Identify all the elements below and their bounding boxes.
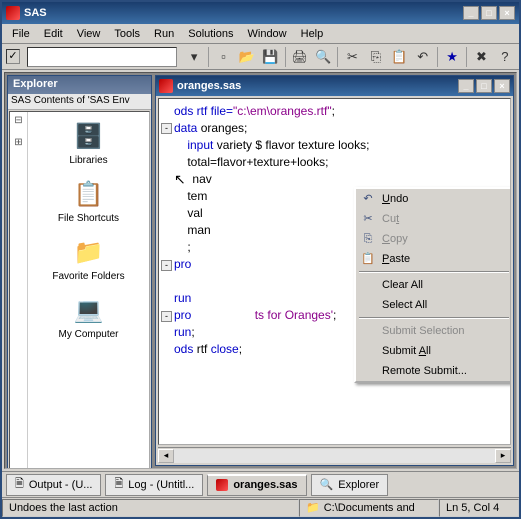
status-position: Ln 5, Col 4: [439, 499, 519, 517]
editor-maximize-button[interactable]: □: [476, 79, 492, 93]
app-title: SAS: [24, 7, 47, 19]
checkmark-icon[interactable]: ✓: [6, 49, 20, 64]
print-icon[interactable]: 🖨: [290, 46, 310, 68]
ctx-paste[interactable]: 📋 Paste: [356, 249, 511, 269]
new-icon[interactable]: ▫: [213, 46, 233, 68]
scroll-right-icon[interactable]: ▸: [495, 449, 511, 463]
ctx-undo[interactable]: ↶ Undo: [356, 189, 511, 209]
ctx-submit-all[interactable]: Submit All: [356, 341, 511, 361]
log-icon: 🗎: [114, 475, 123, 494]
ctx-cut: ✂ Cut: [356, 209, 511, 229]
status-path: 📁 C:\Documents and: [299, 499, 439, 517]
explorer-subtitle: SAS Contents of 'SAS Env: [8, 94, 151, 110]
explorer-item-favorites[interactable]: 📁 Favorite Folders: [44, 236, 134, 282]
menu-window[interactable]: Window: [242, 26, 293, 42]
menu-edit[interactable]: Edit: [38, 26, 69, 42]
explorer-item-libraries[interactable]: 🗄️ Libraries: [44, 120, 134, 166]
editor-title: oranges.sas: [177, 80, 241, 92]
computer-icon: 💻: [73, 294, 105, 326]
status-hint: Undoes the last action: [2, 499, 299, 517]
fold-icon[interactable]: -: [161, 260, 172, 271]
horizontal-scrollbar[interactable]: ◂ ▸: [158, 447, 511, 463]
sas-doc-icon: [216, 479, 228, 491]
icon-label: Favorite Folders: [52, 271, 124, 282]
cut-icon: ✂: [360, 211, 376, 228]
window-tabs: 🗎 Output - (U... 🗎 Log - (Untitl... oran…: [2, 471, 519, 497]
submit-icon[interactable]: ★: [442, 46, 462, 68]
open-icon[interactable]: 📂: [237, 46, 257, 68]
save-icon[interactable]: 💾: [260, 46, 280, 68]
toolbar: ✓ ▾ ▫ 📂 💾 🖨 🔍 ✂ ⎘ 📋 ↶ ★ ✖ ?: [2, 44, 519, 70]
help-icon[interactable]: ?: [495, 46, 515, 68]
fold-icon[interactable]: -: [161, 123, 172, 134]
code-editor[interactable]: ods rtf file="c:\em\oranges.rtf"; -data …: [158, 98, 511, 445]
output-icon: 🗎: [15, 475, 24, 494]
menu-file[interactable]: File: [6, 26, 36, 42]
icon-label: File Shortcuts: [58, 213, 119, 224]
fold-icon[interactable]: -: [161, 311, 172, 322]
sas-doc-icon: [159, 79, 173, 93]
explorer-icon: 🔍: [320, 478, 334, 491]
ctx-submit-selection: Submit Selection: [356, 321, 511, 341]
tree-strip[interactable]: ⊟⊞: [10, 112, 28, 469]
cabinet-icon: 🗄️: [73, 120, 105, 152]
menu-help[interactable]: Help: [295, 26, 330, 42]
menu-run[interactable]: Run: [148, 26, 180, 42]
editor-minimize-button[interactable]: _: [458, 79, 474, 93]
ctx-clear-all[interactable]: Clear All: [356, 275, 511, 295]
maximize-button[interactable]: □: [481, 6, 497, 20]
cursor-icon: ↖: [174, 171, 186, 188]
editor-titlebar: oranges.sas _ □ ×: [156, 76, 513, 96]
ctx-remote-submit[interactable]: Remote Submit...: [356, 361, 511, 381]
separator: [359, 317, 509, 319]
titlebar: SAS _ □ ×: [2, 2, 519, 24]
editor-window: oranges.sas _ □ × ods rtf file="c:\em\or…: [155, 75, 514, 466]
tab-explorer[interactable]: 🔍 Explorer: [311, 474, 389, 496]
mdi-area: Explorer SAS Contents of 'SAS Env ⊟⊞ 🗄️ …: [4, 72, 517, 469]
tab-output[interactable]: 🗎 Output - (U...: [6, 474, 101, 496]
undo-icon: ↶: [360, 191, 376, 208]
dropdown-icon[interactable]: ▾: [184, 46, 204, 68]
tab-log[interactable]: 🗎 Log - (Untitl...: [105, 474, 203, 496]
minimize-button[interactable]: _: [463, 6, 479, 20]
copy-icon: ⎘: [360, 231, 376, 248]
menu-solutions[interactable]: Solutions: [182, 26, 239, 42]
context-menu: ↶ Undo ✂ Cut ⎘ Copy 📋 Paste: [354, 187, 511, 383]
editor-close-button[interactable]: ×: [494, 79, 510, 93]
ctx-select-all[interactable]: Select All: [356, 295, 511, 315]
paste-icon: 📋: [360, 251, 376, 268]
sas-app-icon: [6, 6, 20, 20]
explorer-window: Explorer SAS Contents of 'SAS Env ⊟⊞ 🗄️ …: [7, 75, 152, 469]
separator: [359, 271, 509, 273]
explorer-title: Explorer: [8, 76, 151, 94]
explorer-item-shortcuts[interactable]: 📋 File Shortcuts: [44, 178, 134, 224]
paste-icon[interactable]: 📋: [389, 46, 409, 68]
menu-view[interactable]: View: [71, 26, 107, 42]
tab-oranges[interactable]: oranges.sas: [207, 474, 306, 496]
folder-icon: 📁: [306, 501, 320, 514]
notepad-icon: 📋: [73, 178, 105, 210]
undo-icon[interactable]: ↶: [413, 46, 433, 68]
scroll-left-icon[interactable]: ◂: [158, 449, 174, 463]
close-button[interactable]: ×: [499, 6, 515, 20]
icon-label: My Computer: [58, 329, 118, 340]
preview-icon[interactable]: 🔍: [313, 46, 333, 68]
command-input[interactable]: [27, 47, 177, 67]
app-window: SAS _ □ × File Edit View Tools Run Solut…: [0, 0, 521, 519]
menu-tools[interactable]: Tools: [108, 26, 146, 42]
stop-icon[interactable]: ✖: [471, 46, 491, 68]
ctx-copy: ⎘ Copy: [356, 229, 511, 249]
icon-label: Libraries: [69, 155, 107, 166]
folder-icon: 📁: [73, 236, 105, 268]
copy-icon[interactable]: ⎘: [366, 46, 386, 68]
explorer-item-mycomputer[interactable]: 💻 My Computer: [44, 294, 134, 340]
menubar: File Edit View Tools Run Solutions Windo…: [2, 24, 519, 44]
cut-icon[interactable]: ✂: [342, 46, 362, 68]
statusbar: Undoes the last action 📁 C:\Documents an…: [2, 497, 519, 517]
